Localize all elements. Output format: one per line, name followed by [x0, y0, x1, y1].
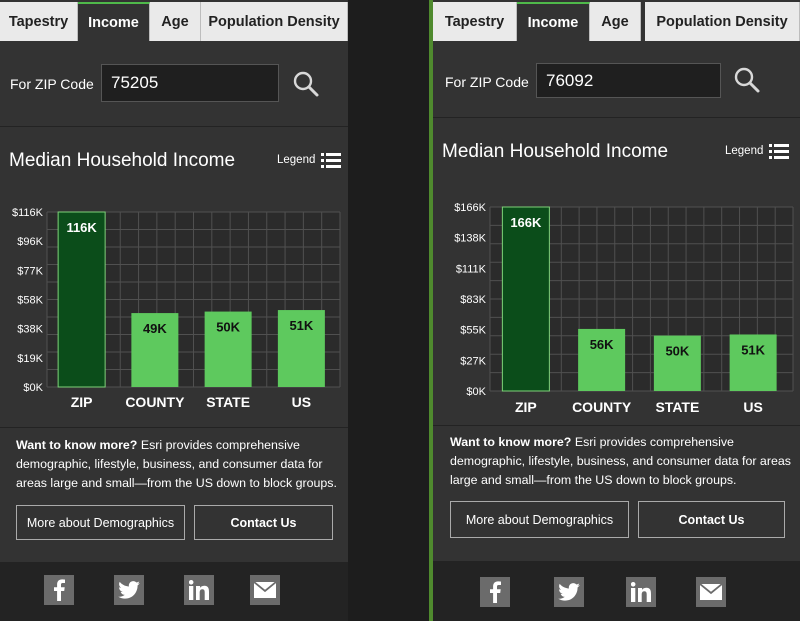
search-icon	[293, 71, 319, 97]
bar-zip[interactable]	[501, 206, 550, 392]
bar-value-label: 51K	[741, 342, 765, 357]
twitter-icon	[118, 581, 140, 599]
y-tick-label: $116K	[12, 207, 44, 219]
legend-button[interactable]: Legend	[277, 152, 342, 168]
list-icon	[321, 153, 342, 168]
y-tick-label: $0K	[23, 382, 43, 394]
category-label: STATE	[655, 399, 699, 415]
y-tick-label: $111K	[456, 263, 487, 275]
income-bar-chart: $0K $19K $38K $58K $77K $96K $116K 116K ZIP 49K CO…	[12, 207, 341, 410]
zip-label: For ZIP Code	[10, 76, 94, 92]
legend-button[interactable]: Legend	[725, 143, 790, 159]
search-icon	[734, 67, 760, 93]
email-button[interactable]	[250, 575, 280, 605]
contact-us-button[interactable]: Contact Us	[194, 505, 333, 540]
tab-tapestry[interactable]: Tapestry	[433, 2, 517, 41]
email-icon	[254, 582, 276, 598]
y-tick-label: $58K	[17, 295, 43, 307]
info-text: Want to know more? Esri provides compreh…	[16, 436, 342, 493]
tab-population-density[interactable]: Population Density	[645, 2, 800, 41]
category-label: STATE	[206, 394, 250, 410]
tab-tapestry[interactable]: Tapestry	[0, 2, 78, 41]
facebook-icon	[54, 579, 65, 601]
email-button[interactable]	[696, 577, 726, 607]
tab-population-density[interactable]: Population Density	[201, 2, 348, 41]
divider	[433, 117, 800, 118]
y-tick-label: $77K	[17, 265, 43, 277]
contact-us-button[interactable]: Contact Us	[638, 501, 785, 538]
email-icon	[700, 584, 722, 600]
y-tick-label: $83K	[460, 294, 486, 306]
bar-value-label: 166K	[510, 215, 542, 230]
y-tick-label: $138K	[454, 233, 486, 245]
category-label: ZIP	[71, 394, 93, 410]
category-label: COUNTY	[572, 399, 632, 415]
tab-income[interactable]: Income	[517, 2, 590, 41]
income-widget-right: Tapestry Income Age Population Density F…	[433, 0, 800, 621]
twitter-button[interactable]	[114, 575, 144, 605]
info-lead: Want to know more?	[16, 438, 138, 452]
bar-value-label: 51K	[289, 318, 313, 333]
twitter-button[interactable]	[554, 577, 584, 607]
info-text: Want to know more? Esri provides compreh…	[450, 433, 793, 490]
y-tick-label: $27K	[460, 355, 486, 367]
more-demographics-button[interactable]: More about Demographics	[16, 505, 185, 540]
twitter-icon	[558, 583, 580, 601]
divider	[0, 427, 348, 428]
tab-income[interactable]: Income	[78, 2, 150, 41]
category-label: COUNTY	[125, 394, 185, 410]
list-icon	[769, 144, 790, 159]
category-label: US	[743, 399, 762, 415]
divider	[433, 425, 800, 426]
y-tick-label: $38K	[17, 324, 43, 336]
divider	[0, 126, 348, 127]
income-widget-left: Tapestry Income Age Population Density F…	[0, 0, 348, 621]
category-label: ZIP	[515, 399, 537, 415]
legend-label: Legend	[725, 145, 764, 157]
social-footer	[433, 561, 800, 621]
social-footer	[0, 562, 348, 621]
tab-bar: Tapestry Income Age Population Density	[0, 0, 348, 41]
y-tick-label: $19K	[17, 353, 43, 365]
facebook-icon	[490, 581, 501, 603]
background-panel	[348, 0, 433, 621]
tab-bar: Tapestry Income Age Population Density	[433, 0, 800, 41]
chart-title: Median Household Income	[442, 141, 669, 162]
bar-value-label: 50K	[665, 344, 689, 359]
search-button[interactable]	[292, 70, 320, 103]
more-demographics-button[interactable]: More about Demographics	[450, 501, 629, 538]
bar-value-label: 49K	[143, 321, 167, 336]
linkedin-icon	[631, 582, 651, 602]
y-tick-label: $166K	[454, 202, 486, 214]
tab-age[interactable]: Age	[150, 2, 201, 41]
bar-value-label: 116K	[66, 220, 97, 235]
y-tick-label: $0K	[466, 386, 486, 398]
facebook-button[interactable]	[480, 577, 510, 607]
y-tick-label: $96K	[17, 236, 43, 248]
income-bar-chart: $0K $27K $55K $83K $111K $138K $166K 166K ZIP 56K…	[454, 202, 794, 415]
facebook-button[interactable]	[44, 575, 74, 605]
bar-zip[interactable]	[57, 211, 106, 388]
bar-value-label: 56K	[590, 337, 614, 352]
search-button[interactable]	[733, 66, 761, 99]
zip-label: For ZIP Code	[445, 74, 529, 90]
info-lead: Want to know more?	[450, 435, 572, 449]
legend-label: Legend	[277, 154, 316, 166]
linkedin-icon	[189, 580, 209, 600]
bar-value-label: 50K	[216, 320, 240, 335]
y-tick-label: $55K	[460, 325, 486, 337]
zip-input[interactable]: 76092	[536, 63, 721, 98]
zip-input[interactable]: 75205	[101, 64, 279, 102]
linkedin-button[interactable]	[626, 577, 656, 607]
category-label: US	[292, 394, 311, 410]
tab-age[interactable]: Age	[590, 2, 641, 41]
linkedin-button[interactable]	[184, 575, 214, 605]
chart-title: Median Household Income	[9, 150, 236, 171]
